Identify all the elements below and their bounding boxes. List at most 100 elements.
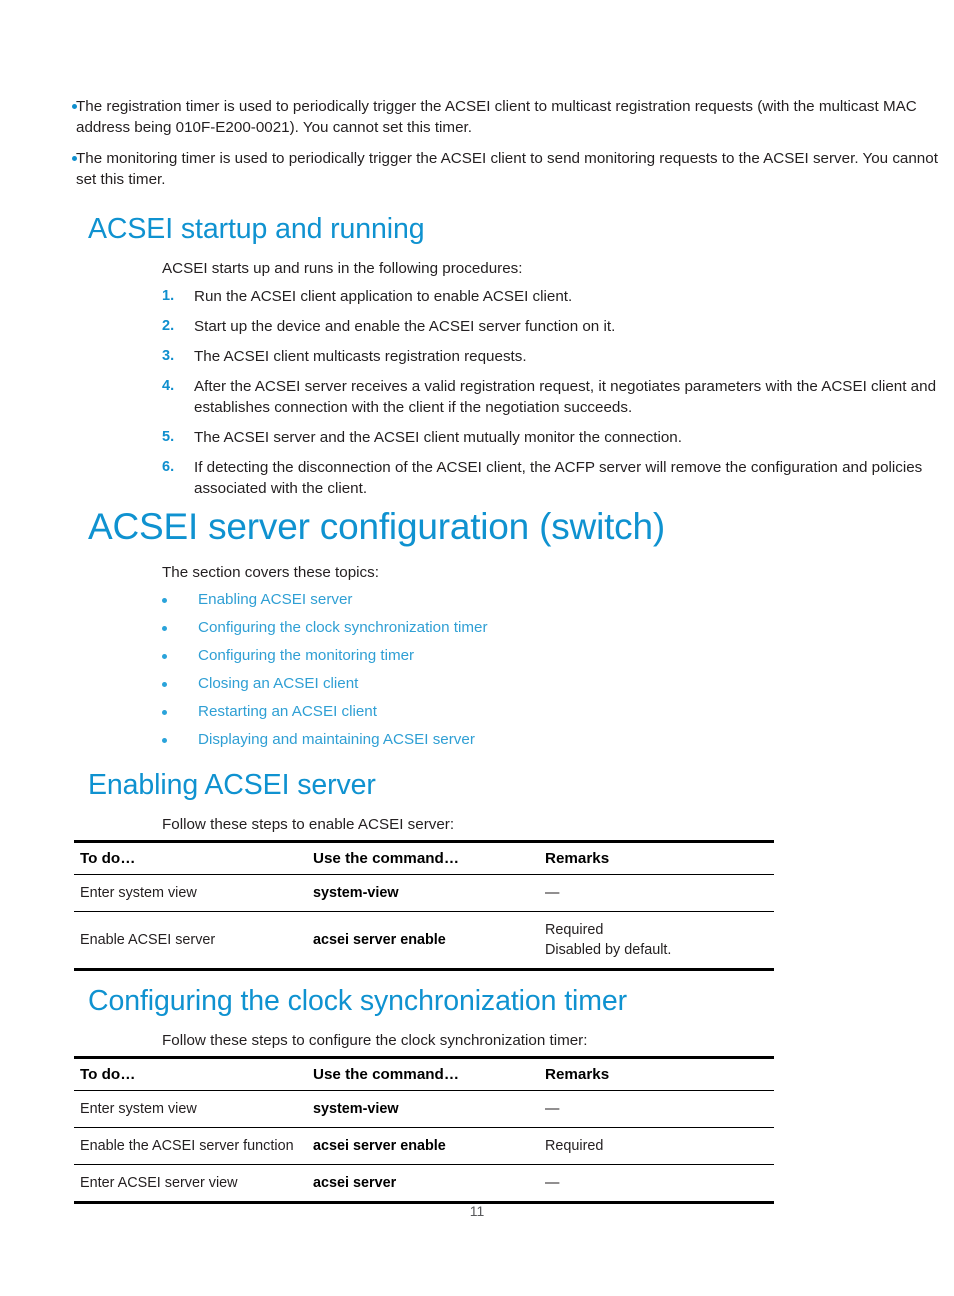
startup-intro-text: ACSEI starts up and runs in the followin…	[162, 260, 523, 277]
cell-command: system-view	[307, 1090, 539, 1128]
server-config-intro-text: The section covers these topics:	[162, 564, 379, 581]
bullet-dot-icon	[162, 626, 167, 631]
heading-acsei-server-configuration: ACSEI server configuration (switch)	[88, 506, 665, 547]
startup-section-body: ACSEI starts up and runs in the followin…	[0, 258, 954, 279]
document-page: The registration timer is used to period…	[0, 0, 954, 1296]
list-item: The monitoring timer is used to periodic…	[0, 148, 954, 190]
startup-section-heading-wrap: ACSEI startup and running	[0, 212, 954, 246]
topics-link-list: Enabling ACSEI server Configuring the cl…	[88, 590, 954, 750]
cell-remarks: —	[539, 1164, 774, 1204]
cell-todo: Enable the ACSEI server function	[74, 1127, 307, 1165]
cell-command: acsei server	[307, 1164, 539, 1204]
remarks-line: —	[545, 885, 560, 901]
list-item: Enabling ACSEI server	[88, 590, 954, 610]
table-row: Enable the ACSEI server function acsei s…	[74, 1127, 774, 1165]
list-item: Closing an ACSEI client	[88, 674, 954, 694]
table-row: Enable ACSEI server acsei server enable …	[74, 911, 774, 971]
list-item: 4. After the ACSEI server receives a val…	[88, 376, 954, 418]
list-item: Configuring the monitoring timer	[88, 646, 954, 666]
enabling-acsei-server-table: To do… Use the command… Remarks Enter sy…	[74, 840, 774, 971]
list-item: 6. If detecting the disconnection of the…	[88, 457, 954, 499]
bullet-dot-icon	[72, 156, 77, 161]
cell-remarks: —	[539, 1090, 774, 1128]
cell-todo: Enter system view	[74, 874, 307, 912]
step-text: If detecting the disconnection of the AC…	[194, 459, 923, 497]
remarks-line: —	[545, 1175, 560, 1191]
step-text: The ACSEI server and the ACSEI client mu…	[194, 429, 682, 446]
list-item: Displaying and maintaining ACSEI server	[88, 730, 954, 750]
list-item: The registration timer is used to period…	[0, 96, 954, 138]
intro-bullet-text: The monitoring timer is used to periodic…	[76, 150, 938, 188]
bullet-dot-icon	[162, 654, 167, 659]
step-number: 4.	[162, 378, 175, 394]
column-header-todo: To do…	[74, 1056, 307, 1091]
topic-link-configuring-clock-synchronization-timer[interactable]: Configuring the clock synchronization ti…	[198, 619, 488, 636]
list-item: 5. The ACSEI server and the ACSEI client…	[88, 427, 954, 448]
server-config-intro-wrap: The section covers these topics:	[0, 562, 954, 583]
cell-remarks: Required Disabled by default.	[539, 911, 774, 971]
topic-link-configuring-monitoring-timer[interactable]: Configuring the monitoring timer	[198, 647, 414, 664]
page-number: 11	[469, 1203, 485, 1219]
bullet-dot-icon	[162, 710, 167, 715]
table-row: Enter ACSEI server view acsei server —	[74, 1164, 774, 1204]
table-header-row: To do… Use the command… Remarks	[74, 1056, 774, 1091]
column-header-todo: To do…	[74, 840, 307, 875]
list-item: 3. The ACSEI client multicasts registrat…	[88, 346, 954, 367]
bullet-dot-icon	[72, 104, 77, 109]
column-header-command: Use the command…	[307, 1056, 539, 1091]
bullet-dot-icon	[162, 682, 167, 687]
list-item: Restarting an ACSEI client	[88, 702, 954, 722]
column-header-remarks: Remarks	[539, 840, 774, 875]
table-header-row: To do… Use the command… Remarks	[74, 840, 774, 875]
step-number: 5.	[162, 429, 175, 445]
startup-steps-list-wrap: 1. Run the ACSEI client application to e…	[0, 286, 954, 508]
heading-acsei-startup-and-running: ACSEI startup and running	[88, 213, 425, 245]
step-text: The ACSEI client multicasts registration…	[194, 348, 527, 365]
enabling-section-intro-wrap: Follow these steps to enable ACSEI serve…	[0, 814, 954, 835]
intro-bullet-section: The registration timer is used to period…	[0, 96, 954, 200]
topic-link-closing-an-acsei-client[interactable]: Closing an ACSEI client	[198, 675, 358, 692]
bullet-dot-icon	[162, 598, 167, 603]
cell-remarks: —	[539, 874, 774, 912]
cell-command: system-view	[307, 874, 539, 912]
topic-link-displaying-and-maintaining-acsei-server[interactable]: Displaying and maintaining ACSEI server	[198, 731, 475, 748]
startup-steps-list: 1. Run the ACSEI client application to e…	[88, 286, 954, 499]
remarks-line: —	[545, 1101, 560, 1117]
cell-todo: Enter system view	[74, 1090, 307, 1128]
clock-sync-intro-wrap: Follow these steps to configure the cloc…	[0, 1030, 954, 1051]
enabling-section-heading-wrap: Enabling ACSEI server	[0, 768, 954, 802]
cell-todo: Enable ACSEI server	[74, 911, 307, 971]
topic-link-enabling-acsei-server[interactable]: Enabling ACSEI server	[198, 591, 353, 608]
remarks-line: Disabled by default.	[545, 942, 672, 958]
intro-bullet-list: The registration timer is used to period…	[0, 96, 954, 190]
column-header-remarks: Remarks	[539, 1056, 774, 1091]
topics-link-list-wrap: Enabling ACSEI server Configuring the cl…	[0, 590, 954, 758]
step-number: 6.	[162, 459, 175, 475]
clock-sync-intro-text: Follow these steps to configure the cloc…	[162, 1032, 588, 1049]
bullet-dot-icon	[162, 738, 167, 743]
step-text: After the ACSEI server receives a valid …	[194, 378, 937, 416]
step-number: 2.	[162, 318, 175, 334]
table-row: Enter system view system-view —	[74, 874, 774, 912]
step-number: 3.	[162, 348, 175, 364]
enabling-intro-text: Follow these steps to enable ACSEI serve…	[162, 816, 455, 833]
clock-synchronization-timer-table: To do… Use the command… Remarks Enter sy…	[74, 1056, 774, 1204]
server-config-heading-wrap: ACSEI server configuration (switch)	[0, 505, 954, 549]
clock-sync-table-wrap: To do… Use the command… Remarks Enter sy…	[0, 1056, 954, 1204]
enabling-table-wrap: To do… Use the command… Remarks Enter sy…	[0, 840, 954, 971]
cell-command: acsei server enable	[307, 1127, 539, 1165]
table-row: Enter system view system-view —	[74, 1090, 774, 1128]
cell-command: acsei server enable	[307, 911, 539, 971]
remarks-line: Required	[545, 1138, 604, 1154]
list-item: 2. Start up the device and enable the AC…	[88, 316, 954, 337]
cell-remarks: Required	[539, 1127, 774, 1165]
list-item: Configuring the clock synchronization ti…	[88, 618, 954, 638]
topic-link-restarting-an-acsei-client[interactable]: Restarting an ACSEI client	[198, 703, 377, 720]
clock-sync-heading-wrap: Configuring the clock synchronization ti…	[0, 984, 954, 1018]
column-header-command: Use the command…	[307, 840, 539, 875]
intro-bullet-text: The registration timer is used to period…	[76, 98, 917, 136]
heading-configuring-clock-synchronization-timer: Configuring the clock synchronization ti…	[88, 985, 628, 1017]
step-text: Start up the device and enable the ACSEI…	[194, 318, 616, 335]
cell-todo: Enter ACSEI server view	[74, 1164, 307, 1204]
step-text: Run the ACSEI client application to enab…	[194, 288, 573, 305]
